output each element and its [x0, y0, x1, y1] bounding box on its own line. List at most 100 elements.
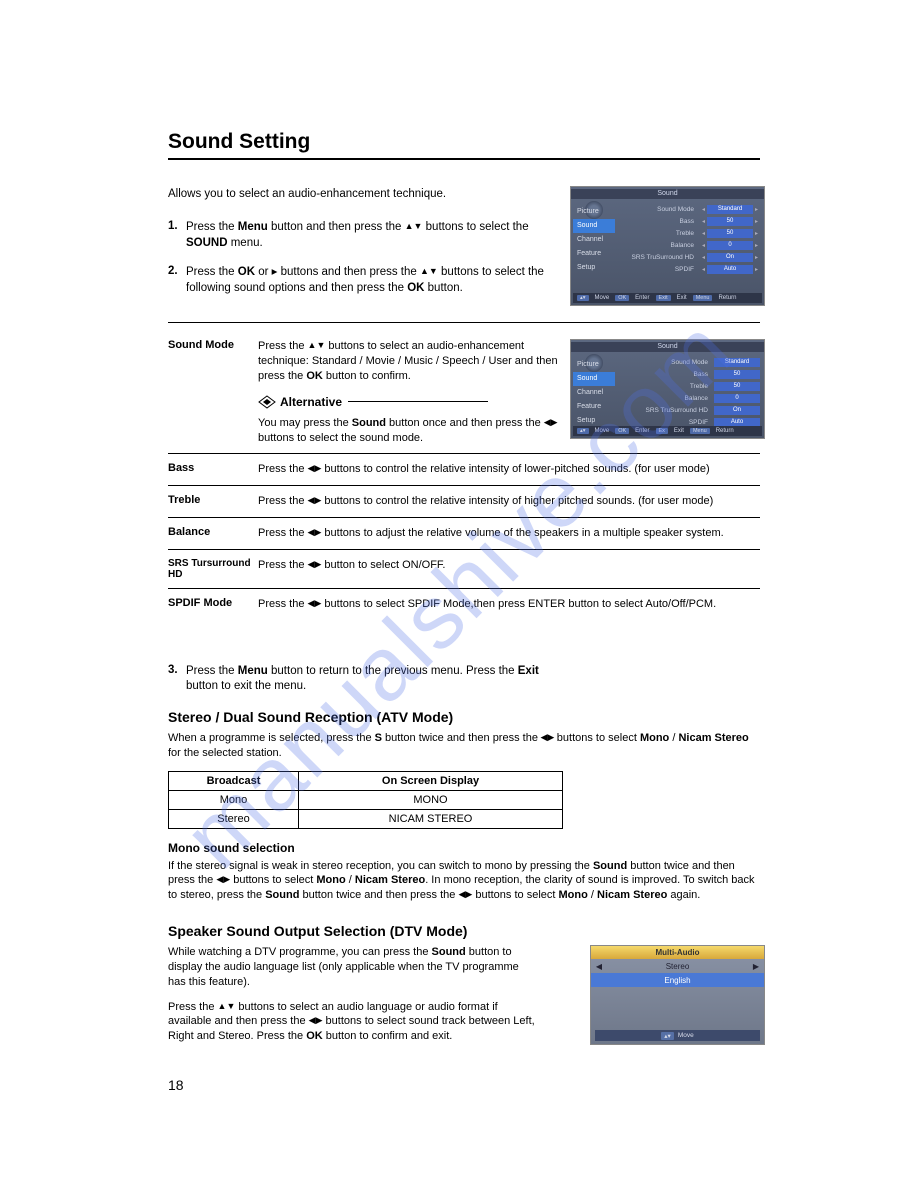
def-bass: Bass Press the ◀▶ buttons to control the…: [168, 454, 760, 486]
val: 50: [707, 229, 753, 238]
t: /: [588, 889, 597, 901]
def-label: SRS Tursurround HD: [168, 558, 258, 580]
nicam-bold: Nicam Stereo: [678, 732, 748, 744]
t: Return: [718, 295, 736, 301]
t: button to confirm and exit.: [323, 1030, 453, 1042]
left-right-icon: ◀▶: [538, 732, 557, 742]
th-broadcast: Broadcast: [169, 771, 299, 790]
left-right-icon: ◀▶: [308, 527, 322, 537]
osd-tab: Channel: [573, 386, 615, 400]
lbl: SPDIF: [621, 266, 700, 273]
def-treble: Treble Press the ◀▶ buttons to control t…: [168, 486, 760, 518]
ok-bold: OK: [238, 266, 255, 278]
sound-bold: SOUND: [186, 237, 228, 249]
td: Mono: [169, 790, 299, 809]
t: Move: [595, 295, 610, 301]
multi-audio-bottom: ▴▾ Move: [595, 1030, 760, 1041]
osd-row: Sound Mode◂Standard▸: [621, 203, 760, 215]
left-right-icon: ◀▶: [308, 598, 322, 608]
move-label: Move: [678, 1032, 694, 1039]
osd-row: Treble50: [621, 380, 760, 392]
def-label: Sound Mode: [168, 339, 258, 351]
t: button to return to the previous menu. P…: [268, 665, 518, 677]
arrows-icon: ▴▾: [661, 1032, 674, 1040]
step-3-text: Press the Menu button to return to the p…: [186, 664, 548, 695]
right-arrow-icon: ▶: [748, 962, 764, 971]
def-srs: SRS Tursurround HD Press the ◀▶ button t…: [168, 550, 760, 589]
left-right-icon: ◀▶: [308, 495, 322, 505]
dtv-section: Speaker Sound Output Selection (DTV Mode…: [168, 923, 760, 1044]
nicam-bold: Nicam Stereo: [597, 889, 667, 901]
divider: [168, 322, 760, 323]
osd-tab: Sound: [573, 372, 615, 386]
table-row: Broadcast On Screen Display: [169, 771, 563, 790]
multi-audio-english: English: [591, 976, 764, 985]
dtv-para-1: While watching a DTV programme, you can …: [168, 945, 538, 990]
lbl: Balance: [621, 242, 700, 249]
t: Exit: [677, 295, 687, 301]
lbl: Sound Mode: [621, 206, 700, 213]
osd-tab: Feature: [573, 400, 615, 414]
page-number: 18: [168, 1077, 184, 1093]
t: buttons to select SPDIF Mode,then press …: [321, 598, 716, 610]
lbl: Treble: [621, 230, 700, 237]
osd-tab-channel: Channel: [573, 233, 615, 247]
step-num-2: 2.: [168, 265, 186, 296]
up-down-icon: ▲▼: [308, 340, 326, 350]
multi-audio-row-selected: English: [591, 973, 764, 987]
t: button once and then press the: [386, 417, 544, 429]
t: Press the: [258, 340, 308, 352]
lbl: Treble: [621, 383, 714, 390]
osd-row: SPDIF◂Auto▸: [621, 263, 760, 275]
exit-bold: Exit: [518, 665, 539, 677]
t: for the selected station.: [168, 747, 282, 759]
val: 50: [714, 370, 760, 379]
val: On: [714, 406, 760, 415]
multi-audio-figure: Multi-Audio ◀ Stereo ▶ English ▴▾ Move: [590, 945, 765, 1045]
t: Press the: [168, 1001, 218, 1013]
alternative-line: [348, 401, 488, 402]
mono-para: If the stereo signal is weak in stereo r…: [168, 859, 760, 904]
t: Menu: [693, 295, 713, 301]
val: Standard: [714, 358, 760, 367]
osd-row: Balance◂0▸: [621, 239, 760, 251]
def-label: SPDIF Mode: [168, 597, 258, 609]
def-body: Press the ◀▶ buttons to select SPDIF Mod…: [258, 597, 760, 612]
step-3: 3. Press the Menu button to return to th…: [168, 664, 548, 695]
osd-bottom-bar: ▴▾Move OKEnter ExExit MenuReturn: [573, 426, 762, 436]
t: Enter: [635, 295, 649, 301]
def-body: Press the ◀▶ buttons to control the rela…: [258, 494, 760, 509]
dtv-para-2: Press the ▲▼ buttons to select an audio …: [168, 1000, 538, 1045]
left-right-icon: ◀▶: [458, 889, 472, 899]
t: Return: [716, 428, 734, 434]
t: button.: [424, 282, 462, 294]
val: 0: [707, 241, 753, 250]
osd-tab-feature: Feature: [573, 247, 615, 261]
up-down-icon: ▲▼: [218, 1001, 236, 1011]
osd-row: SRS TruSurround HDOn: [621, 404, 760, 416]
t: OK: [615, 295, 629, 301]
page-title: Sound Setting: [168, 130, 760, 160]
lbl: SPDIF: [621, 419, 714, 426]
left-right-icon: ◀▶: [216, 874, 230, 884]
osd-bottom-bar: ▴▾Move OKEnter ExitExit MenuReturn: [573, 293, 762, 303]
t: Press the: [258, 527, 308, 539]
t: Press the: [186, 665, 238, 677]
def-label: Treble: [168, 494, 258, 506]
t: Enter: [635, 428, 649, 434]
t: Press the: [258, 463, 308, 475]
osd-tab-setup: Setup: [573, 261, 615, 275]
t: Exit: [674, 428, 684, 434]
stereo-dual-heading: Stereo / Dual Sound Reception (ATV Mode): [168, 709, 760, 725]
t: If the stereo signal is weak in stereo r…: [168, 860, 593, 872]
table-row: Stereo NICAM STEREO: [169, 809, 563, 828]
stereo-dual-para: When a programme is selected, press the …: [168, 731, 760, 761]
step-2: 2. Press the OK or ▸ buttons and then pr…: [168, 265, 548, 296]
intro-section: Allows you to select an audio-enhancemen…: [168, 188, 760, 308]
t: Press the: [258, 495, 308, 507]
nicam-bold: Nicam Stereo: [355, 874, 425, 886]
osd-row: Bass◂50▸: [621, 215, 760, 227]
osd-tab-picture: Picture: [573, 205, 615, 219]
t: buttons to select: [230, 874, 316, 886]
lbl: Balance: [621, 395, 714, 402]
